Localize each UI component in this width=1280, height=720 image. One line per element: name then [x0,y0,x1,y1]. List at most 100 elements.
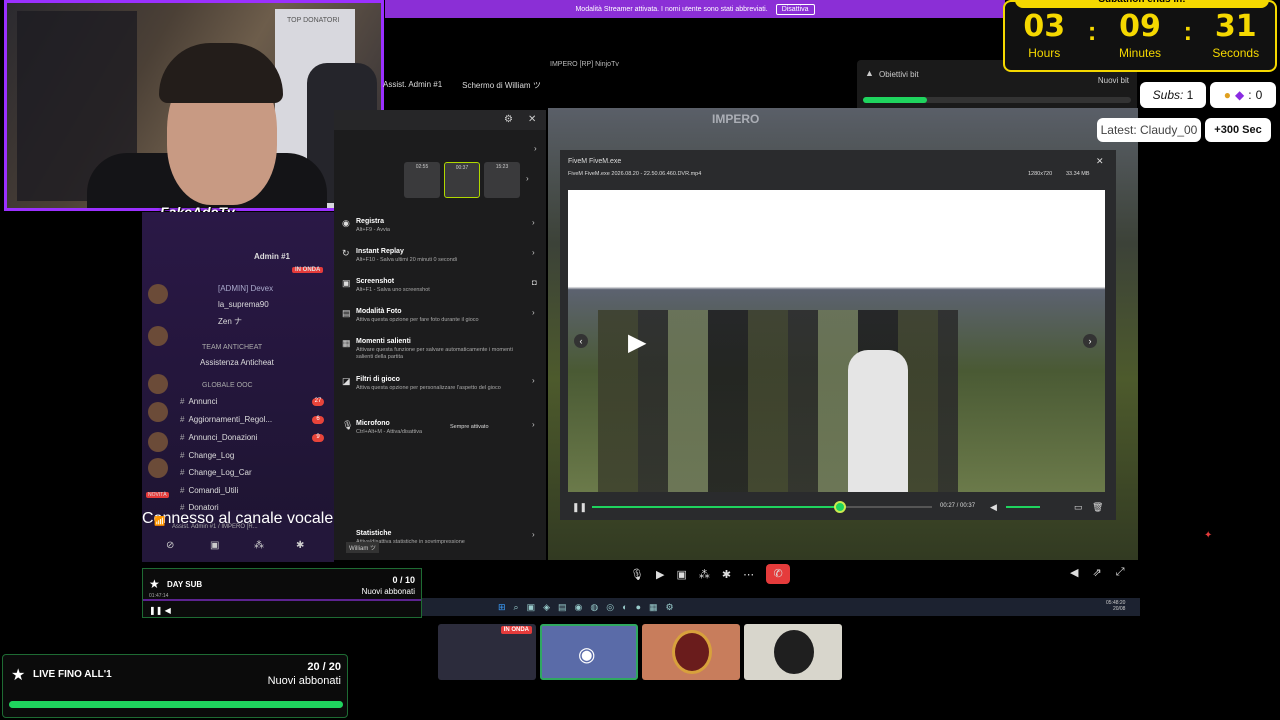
menu-desc: Attiva/disattiva statistiche in sovrimpr… [356,539,465,545]
taskbar-app-icon[interactable]: ▦ [649,602,658,613]
tab-assist-admin[interactable]: Assist. Admin #1 [383,80,442,91]
trash-icon[interactable]: 🗑 [1092,502,1103,513]
close-icon[interactable]: ✕ [1096,156,1104,167]
admin-channel-label[interactable]: Admin #1 [254,252,290,261]
end-call-button[interactable]: ✆ [766,564,791,584]
unread-badge: 9 [312,434,324,442]
taskbar-app-icon[interactable]: ▤ [558,602,567,613]
star-icon: ★ [149,577,160,591]
taskbar-clock[interactable]: 05:48:20 20/08 [1106,600,1125,612]
cursor-icon: ✦ [1204,530,1213,541]
tab-screen-william[interactable]: Schermo di William ツ [462,80,541,91]
menu-desc: Attiva questa opzione per fare foto dura… [356,317,479,323]
hash-icon: # [180,486,185,495]
category-label[interactable]: TEAM ANTICHEAT [202,344,262,351]
voice-user[interactable]: Zen ナ [218,316,242,327]
seek-bar[interactable] [592,506,932,508]
activity-icon[interactable]: ⁂ [699,568,710,581]
camera-icon[interactable]: ▶ [656,568,664,581]
goal-count: 0 / 10 [392,575,415,585]
goal-bar [9,701,343,708]
disable-streamer-mode-button[interactable]: Disattiva [775,3,815,15]
stream-thumbnail[interactable]: IN ONDA [438,624,536,680]
bits-goal-new: Nuovi bit [1097,76,1129,85]
user-avatar [672,630,712,674]
taskbar-app-icon[interactable]: ◐ [622,602,627,612]
channel-item[interactable]: # Aggiornamenti_Regol... [180,415,272,424]
discord-thumbnail[interactable]: ◉ [540,624,638,680]
taskbar-app-icon[interactable]: ◉ [575,602,583,613]
taskbar-app-icon[interactable]: ◎ [606,602,614,613]
user-thumbnail[interactable] [744,624,842,680]
gear-icon[interactable]: ⚙ [504,114,513,125]
search-icon[interactable]: ⌕ [514,602,519,613]
latest-sub: Latest: Claudy_00 [1097,118,1201,142]
volume-icon[interactable]: ◀ [990,502,997,513]
chevron-left-icon[interactable]: ‹ [574,334,588,348]
chevron-right-icon[interactable]: › [1083,334,1097,348]
screen-share-icon[interactable]: ▣ [676,568,686,581]
live-badge: IN ONDA [500,626,532,634]
pause-icon[interactable]: ❚❚ [572,502,587,513]
menu-title: Registra [356,218,385,225]
volume-icon[interactable]: ◀ [1070,566,1078,579]
microphone-icon: 🎙 [342,420,354,430]
clip-thumbnail[interactable]: 02:55 [404,162,440,198]
screen-share-icon[interactable]: ▣ [210,540,219,551]
channel-item[interactable]: # Comandi_Utili [180,486,238,495]
voice-status-panel: 📶 Connesso al canale vocale Assist. Admi… [142,510,334,562]
player-app-title: FiveM FiveM.exe [568,158,622,165]
clip-thumbnail[interactable]: 15:23 [484,162,520,198]
camera-off-icon[interactable]: ⊘ [166,540,174,551]
menu-desc: Alt+F1 - Salva uno screenshot [356,287,430,293]
channel-item[interactable]: # Change_Log_Car [180,468,252,477]
menu-title: Filtri di gioco [356,376,400,383]
mic-mode-select[interactable]: Sempre attivato [450,424,489,430]
subs-counter: Subs: 1 [1140,82,1206,108]
fullscreen-icon[interactable]: ⤢ [1116,566,1125,579]
user-avatar [774,630,814,674]
timer-colon: : [1183,16,1193,46]
seek-handle[interactable] [834,501,847,513]
popout-icon[interactable]: ⇗ [1092,566,1101,579]
menu-title: Momenti salienti [356,338,411,345]
channel-item[interactable]: Assistenza Anticheat [200,358,274,367]
voice-user[interactable]: la_suprema90 [218,300,269,309]
signal-icon: 📶 [154,516,166,526]
timer-hours: 03 Hours [1009,12,1079,61]
play-icon[interactable]: ▶ [628,328,658,358]
video-size: 33.34 MB [1066,171,1090,177]
hash-icon: # [180,451,185,460]
chevron-right-icon: › [532,376,535,385]
taskbar-app-icon[interactable]: ◈ [543,602,550,613]
bits-goal-title: Obiettivi bit [879,70,919,79]
clip-thumbnail[interactable]: 00:37 [444,162,480,198]
activity-icon[interactable]: ⁂ [254,540,264,551]
taskbar-app-icon[interactable]: ● [636,602,641,612]
volume-slider[interactable] [1006,506,1040,508]
voice-user[interactable]: [ADMIN] Devex [218,284,273,293]
soundboard-icon[interactable]: ✱ [296,540,304,551]
channel-item[interactable]: # Annunci_Donazioni [180,433,257,442]
soundboard-icon[interactable]: ✱ [722,568,731,581]
chevron-right-icon[interactable]: › [526,174,529,183]
window-icon[interactable]: ▭ [1074,502,1083,513]
taskbar-app-icon[interactable]: ▣ [527,602,536,613]
category-label[interactable]: GLOBALE OOC [202,382,253,389]
user-thumbnail[interactable] [642,624,740,680]
microphone-icon[interactable]: 🎙 [630,568,644,581]
pause-icon[interactable]: ❚❚ ◀ [149,606,171,615]
menu-desc: Ctrl+Alt+M - Attiva/disattiva [356,429,423,435]
bits-counter: ● ◆: 0 [1210,82,1276,108]
channel-item[interactable]: # Change_Log [180,451,234,460]
chevron-right-icon[interactable]: › [534,144,537,153]
coin-icon: ● [1223,88,1231,102]
taskbar-app-icon[interactable]: ◍ [590,602,598,613]
more-icon[interactable]: ⋯ [743,568,754,581]
channel-item[interactable]: # Annunci [180,397,217,406]
start-icon[interactable]: ⊞ [498,602,506,613]
taskbar-app-icon[interactable]: ⚙ [666,602,674,613]
video-frame[interactable]: ‹ ▶ › [568,190,1105,492]
close-icon[interactable]: ✕ [528,114,536,125]
menu-title: Modalità Foto [356,308,402,315]
